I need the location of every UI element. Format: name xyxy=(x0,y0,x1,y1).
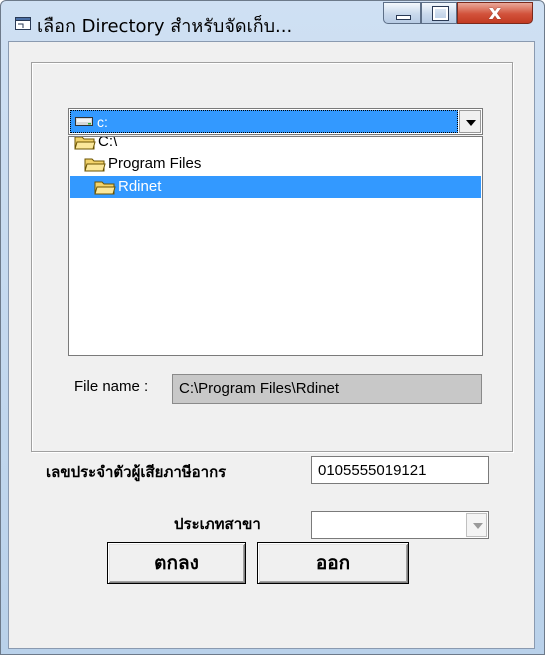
close-button[interactable]: x xyxy=(457,0,533,24)
tax-id-input[interactable] xyxy=(311,456,489,484)
open-folder-icon xyxy=(74,137,96,150)
minimize-icon xyxy=(396,15,411,20)
directory-label: Program Files xyxy=(108,155,202,172)
file-name-value: C:\Program Files\Rdinet xyxy=(179,380,340,397)
branch-type-dropdown-button[interactable] xyxy=(466,513,487,537)
list-item-program-files[interactable]: Program Files xyxy=(70,153,481,175)
dialog-client-area: c: C:\ Program Files Rdinet File name: … xyxy=(8,41,535,649)
minimize-button[interactable] xyxy=(383,2,421,24)
drive-dropdown-button[interactable] xyxy=(459,110,481,133)
directory-label: C:\ xyxy=(98,136,118,150)
title-bar[interactable]: เลือก Directory สำหรับจัดเก็บ... x xyxy=(1,0,544,41)
app-window-icon xyxy=(15,17,31,30)
maximize-icon xyxy=(432,6,449,21)
dialog-window: เลือก Directory สำหรับจัดเก็บ... x c: C:… xyxy=(0,0,545,655)
window-title: เลือก Directory สำหรับจัดเก็บ... xyxy=(37,16,293,37)
directory-list[interactable]: C:\ Program Files Rdinet xyxy=(68,136,483,356)
directory-label: Rdinet xyxy=(118,178,162,195)
branch-type-label: ประเภทสาขา xyxy=(174,515,261,533)
drive-label: c: xyxy=(97,114,108,130)
drive-selected-value: c: xyxy=(70,110,458,133)
file-name-field: C:\Program Files\Rdinet xyxy=(172,374,482,404)
maximize-button[interactable] xyxy=(421,2,457,24)
chevron-down-icon xyxy=(466,120,476,126)
drive-icon xyxy=(75,117,93,126)
drive-select[interactable]: c: xyxy=(68,108,483,135)
exit-button[interactable]: ออก xyxy=(257,542,409,584)
list-item-rdinet[interactable]: Rdinet xyxy=(70,176,481,198)
file-name-label: File name : xyxy=(74,378,149,395)
open-folder-icon xyxy=(94,181,116,195)
ok-button[interactable]: ตกลง xyxy=(107,542,246,584)
open-folder-icon xyxy=(84,158,106,172)
branch-type-select[interactable] xyxy=(311,511,489,539)
tax-id-label: เลขประจำตัวผู้เสียภาษีอากร xyxy=(46,463,227,481)
chevron-down-icon xyxy=(473,523,483,529)
list-item-root[interactable]: C:\ xyxy=(70,136,481,153)
close-icon: x xyxy=(488,0,502,24)
